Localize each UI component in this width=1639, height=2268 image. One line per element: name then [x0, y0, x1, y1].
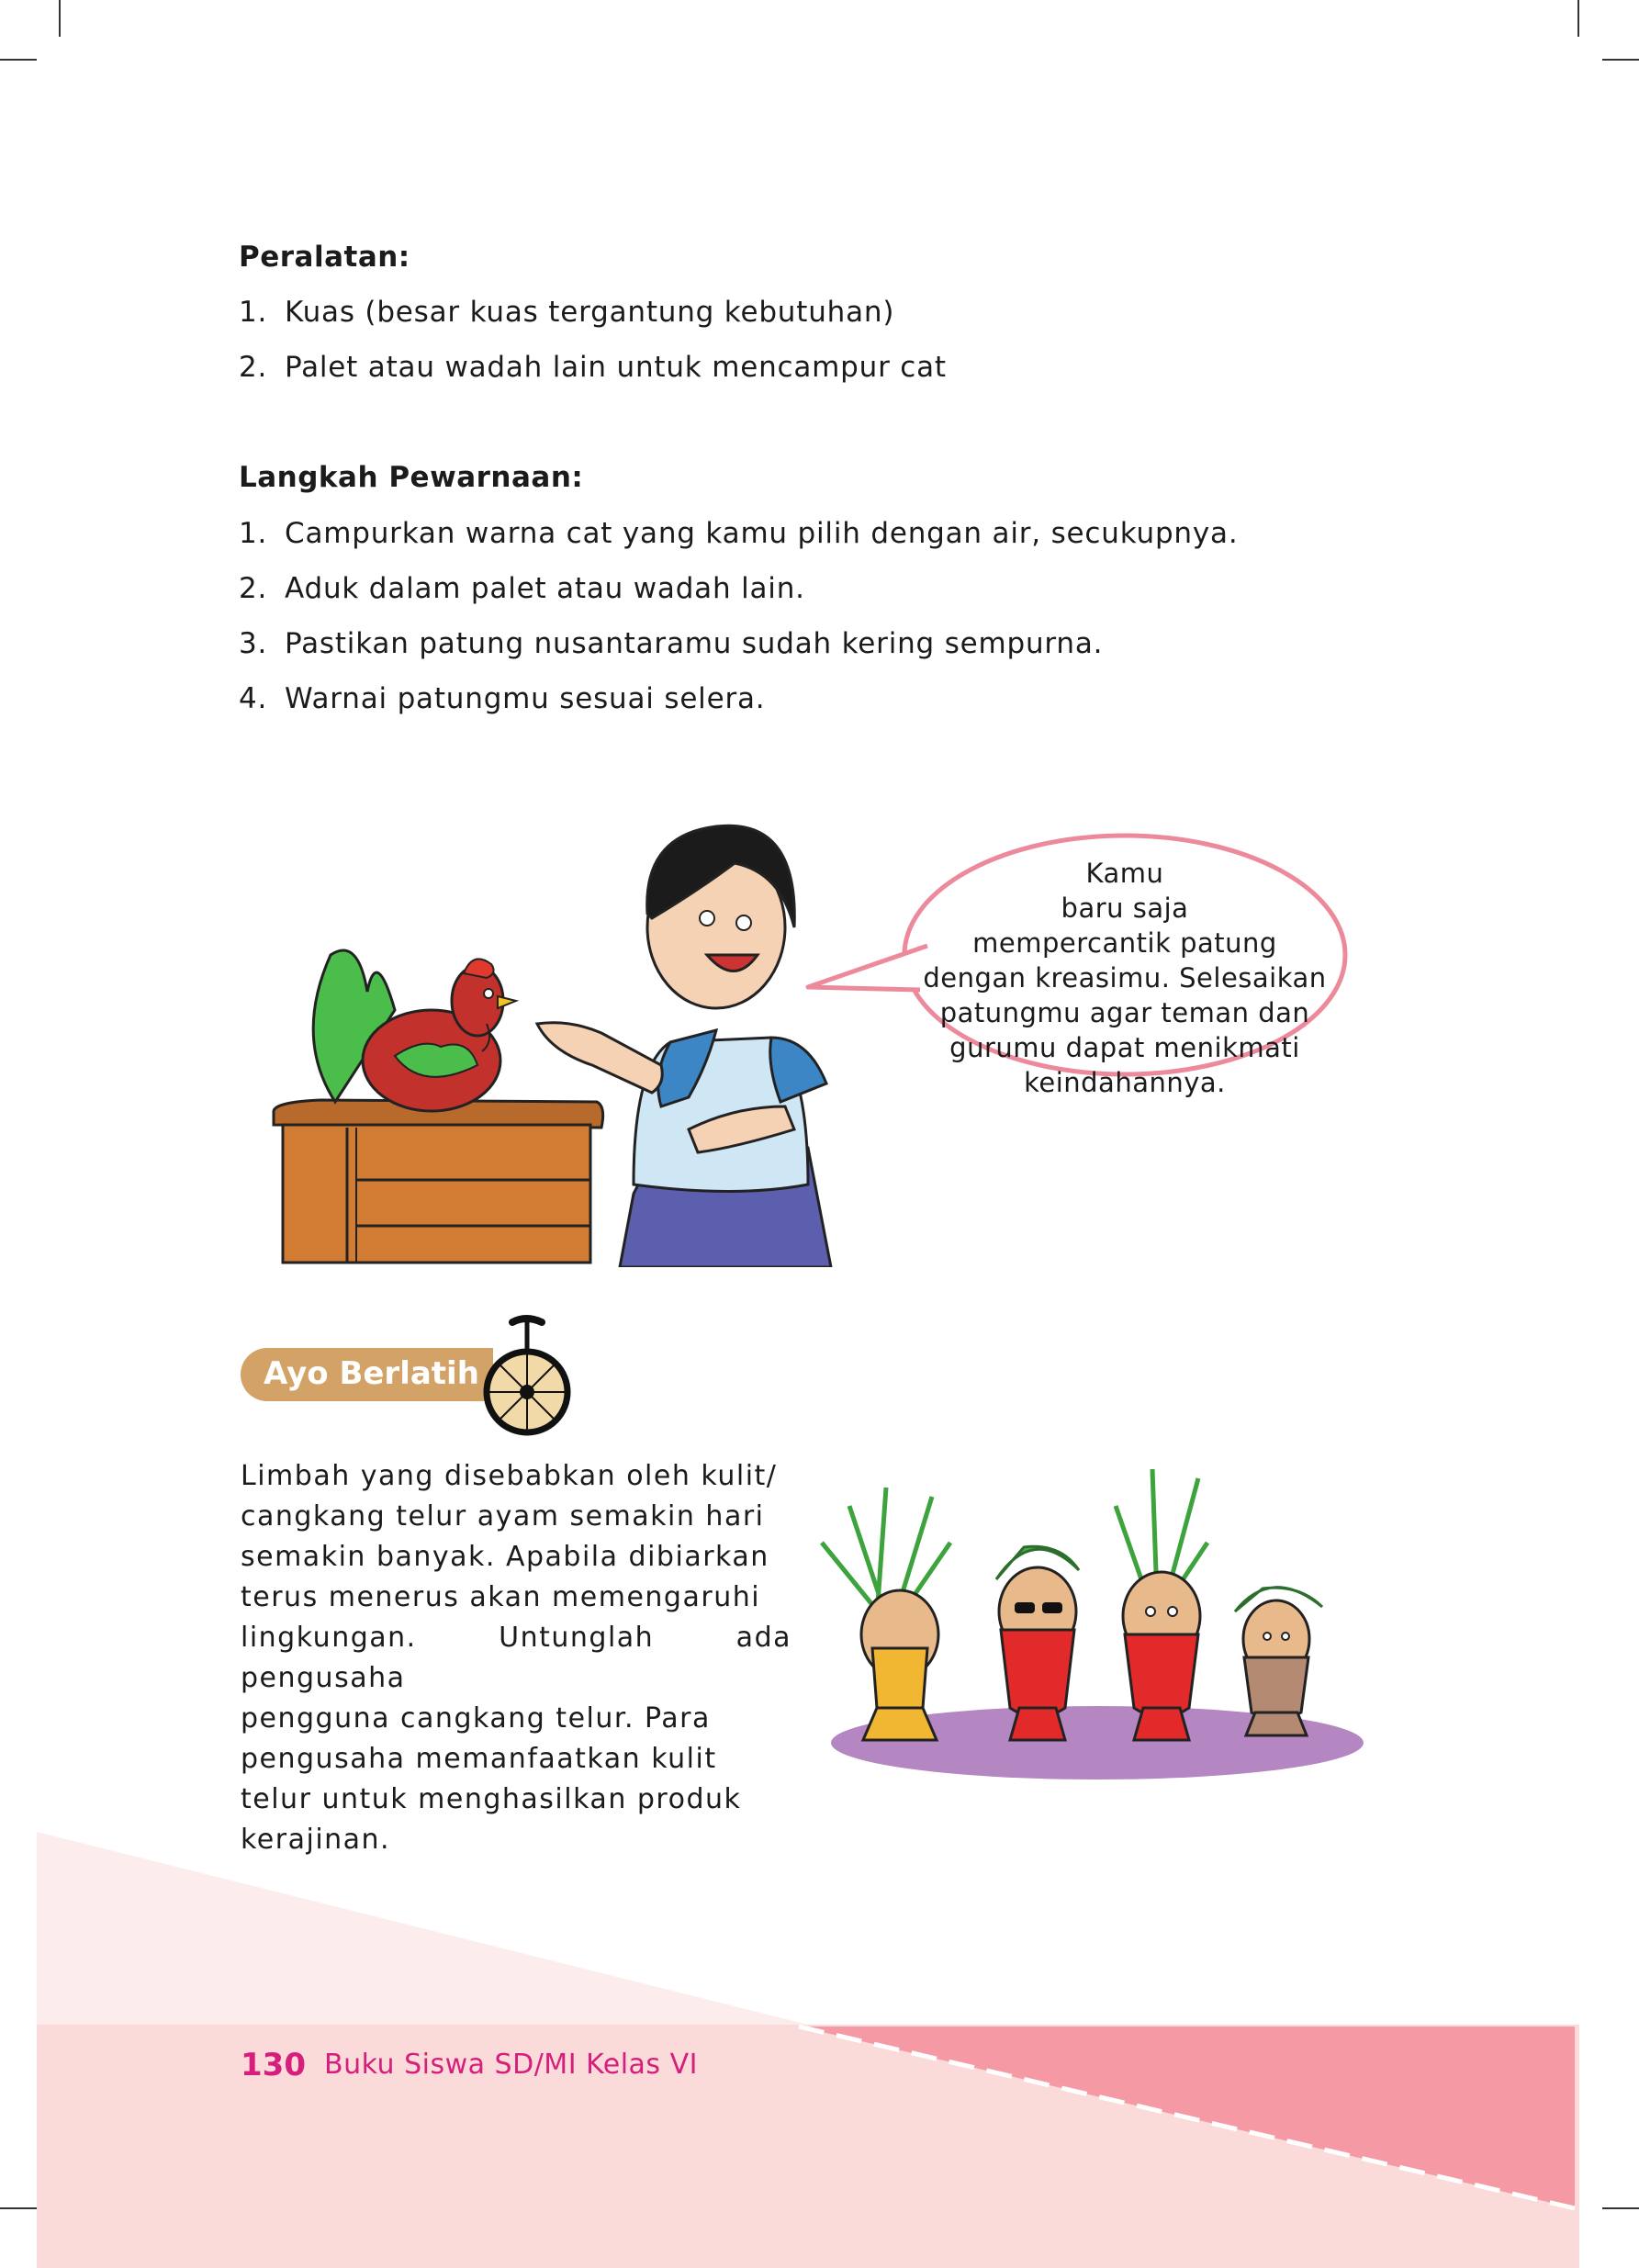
list-item: 2. Aduk dalam palet atau wadah lain.: [239, 572, 805, 605]
list-item: 2. Palet atau wadah lain untuk mencampur …: [239, 351, 947, 384]
peralatan-list: 1. Kuas (besar kuas tergantung kebutuhan)…: [239, 285, 947, 395]
cabinet-illustration: [272, 1098, 605, 1264]
crop-mark: [59, 0, 61, 37]
crop-mark: [1602, 59, 1639, 61]
list-item: 4. Warnai patungmu sesuai selera.: [239, 682, 766, 715]
rooster-statue-illustration: [311, 949, 520, 1113]
speech-bubble-text: Kamu baru saja mempercantik patung denga…: [923, 858, 1327, 1098]
list-item: 1. Campurkan warna cat yang kamu pilih de…: [239, 517, 1239, 550]
list-item: 1. Kuas (besar kuas tergantung kebutuhan): [239, 296, 895, 329]
eggshell-planter: [1113, 1468, 1210, 1742]
list-item: 3. Pastikan patung nusantaramu sudah keri…: [239, 627, 1104, 660]
eggshell-planter: [820, 1487, 953, 1742]
peralatan-heading: Peralatan:: [239, 241, 410, 274]
langkah-list: 1. Campurkan warna cat yang kamu pilih de…: [239, 506, 1238, 726]
langkah-heading: Langkah Pewarnaan:: [239, 461, 584, 494]
book-title: Buku Siswa SD/MI Kelas VI: [324, 2049, 698, 2081]
crop-mark: [0, 59, 37, 61]
ayo-berlatih-badge: Ayo Berlatih: [241, 1348, 493, 1401]
page-number: 130: [241, 2047, 306, 2083]
crop-mark: [1577, 0, 1579, 37]
exercise-paragraph: Limbah yang disebabkan oleh kulit/ cangk…: [241, 1460, 791, 1856]
unicycle-icon: [483, 1315, 571, 1436]
eggshell-planters-illustration: [820, 1468, 1364, 1780]
